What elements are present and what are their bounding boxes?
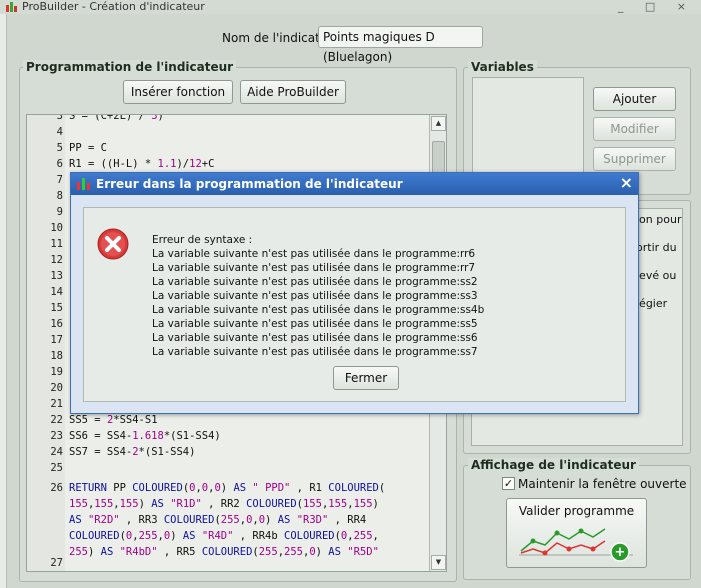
line-number: 18 <box>50 350 63 362</box>
display-panel-title: Affichage de l'indicateur <box>468 458 639 472</box>
line-number: 8 <box>56 190 63 202</box>
info-text-fragment: levé ou <box>636 269 677 282</box>
variables-panel-title: Variables <box>468 60 537 74</box>
code-line: SS7 = SS4-2*(S1-SS4) <box>69 446 196 458</box>
code-line: 155,155,155) AS "R1D" , RR2 COLOURED(155… <box>69 498 379 510</box>
line-number: 16 <box>50 318 63 330</box>
line-number: 5 <box>56 142 63 154</box>
error-message-line: La variable suivante n'est pas utilisée … <box>152 248 476 260</box>
line-number: 11 <box>50 238 63 250</box>
window-title: ProBuilder - Création d'indicateur <box>22 0 205 13</box>
line-number: 10 <box>50 222 63 234</box>
error-dialog-content: Erreur de syntaxe : La variable suivante … <box>83 207 626 402</box>
line-number: 14 <box>50 286 63 298</box>
close-button[interactable]: Fermer <box>333 366 399 390</box>
code-line: SS6 = SS4-1.618*(S1-SS4) <box>69 430 221 442</box>
line-number: 27 <box>50 557 63 569</box>
line-number: 20 <box>50 382 63 394</box>
line-number: 6 <box>56 158 63 170</box>
code-line: AS "R2D" , RR3 COLOURED(255,0,0) AS "R3D… <box>69 514 367 526</box>
line-number: 26 <box>50 482 63 494</box>
code-line: COLOURED(0,255,0) AS "R4D" , RR4b COLOUR… <box>69 530 379 542</box>
error-message-line: La variable suivante n'est pas utilisée … <box>152 262 476 274</box>
error-message-line: La variable suivante n'est pas utilisée … <box>152 304 485 316</box>
line-number: 19 <box>50 366 63 378</box>
line-number: 21 <box>50 398 63 410</box>
line-number: 25 <box>50 462 63 474</box>
delete-variable-button[interactable]: Supprimer <box>593 147 676 171</box>
info-text-fragment: ion pour <box>636 213 682 226</box>
line-number: 12 <box>50 254 63 266</box>
code-line: PP = C <box>69 142 107 154</box>
error-message-line: La variable suivante n'est pas utilisée … <box>152 346 478 358</box>
line-number <box>27 512 63 528</box>
code-line: SS5 = 2*SS4-S1 <box>69 414 158 426</box>
scroll-up-icon[interactable]: ▲ <box>431 116 446 131</box>
indicator-name-input[interactable]: Points magiques D (Bluelagon) <box>318 26 483 64</box>
code-line: S = (C+2L) / 3) <box>69 114 164 122</box>
line-number: 23 <box>50 430 63 442</box>
validate-program-label: Valider programme <box>518 504 635 518</box>
line-number: 7 <box>56 174 63 186</box>
line-number: 24 <box>50 446 63 458</box>
error-dialog-title-bar: Erreur dans la programmation de l'indica… <box>71 173 638 195</box>
probuilder-app-icon <box>6 2 17 12</box>
scroll-down-icon[interactable]: ▼ <box>431 555 446 570</box>
info-text-fragment: légier <box>636 297 668 310</box>
svg-text:+: + <box>615 545 626 560</box>
insert-function-button[interactable]: Insérer fonction <box>123 80 233 104</box>
keep-open-label: Maintenir la fenêtre ouverte <box>518 477 687 491</box>
info-text-fragment: ortir du <box>636 241 677 254</box>
line-number: 3 <box>56 114 63 122</box>
chart-indicator-icon: + <box>519 528 633 562</box>
line-number <box>27 496 63 512</box>
background-chart-edge <box>0 14 7 588</box>
add-variable-button[interactable]: Ajouter <box>593 87 676 111</box>
probuilder-app-icon <box>77 178 90 190</box>
error-message-line: La variable suivante n'est pas utilisée … <box>152 332 478 344</box>
line-number: 17 <box>50 334 63 346</box>
syntax-error-heading: Erreur de syntaxe : <box>152 234 253 246</box>
line-number: 15 <box>50 302 63 314</box>
line-number <box>27 528 63 544</box>
code-line: RETURN PP COLOURED(0,0,0) AS " PPD" , R1… <box>69 482 386 494</box>
window-controls[interactable]: _ □ × <box>618 0 695 13</box>
modify-variable-button[interactable]: Modifier <box>593 117 676 141</box>
probuilder-help-button[interactable]: Aide ProBuilder <box>240 80 346 104</box>
code-line: 255) AS "R4bD" , RR5 COLOURED(255,255,0)… <box>69 546 379 558</box>
window-title-bar: ProBuilder - Création d'indicateur _ □ × <box>0 0 701 14</box>
error-message-line: La variable suivante n'est pas utilisée … <box>152 290 478 302</box>
line-number: 4 <box>56 126 63 138</box>
validate-program-button[interactable]: Valider programme + <box>506 498 647 568</box>
error-message-line: La variable suivante n'est pas utilisée … <box>152 276 478 288</box>
error-message-line: La variable suivante n'est pas utilisée … <box>152 318 478 330</box>
close-icon[interactable]: × <box>620 172 633 194</box>
programming-panel-title: Programmation de l'indicateur <box>23 60 237 74</box>
line-number: 13 <box>50 270 63 282</box>
code-line: R1 = ((H-L) * 1.1)/12+C <box>69 158 215 170</box>
line-number: 9 <box>56 206 63 218</box>
keep-open-checkbox[interactable]: ✓ <box>502 477 515 490</box>
error-icon <box>97 228 129 260</box>
line-number: 22 <box>50 414 63 426</box>
error-dialog-title: Erreur dans la programmation de l'indica… <box>96 177 403 191</box>
error-dialog: Erreur dans la programmation de l'indica… <box>70 172 639 414</box>
